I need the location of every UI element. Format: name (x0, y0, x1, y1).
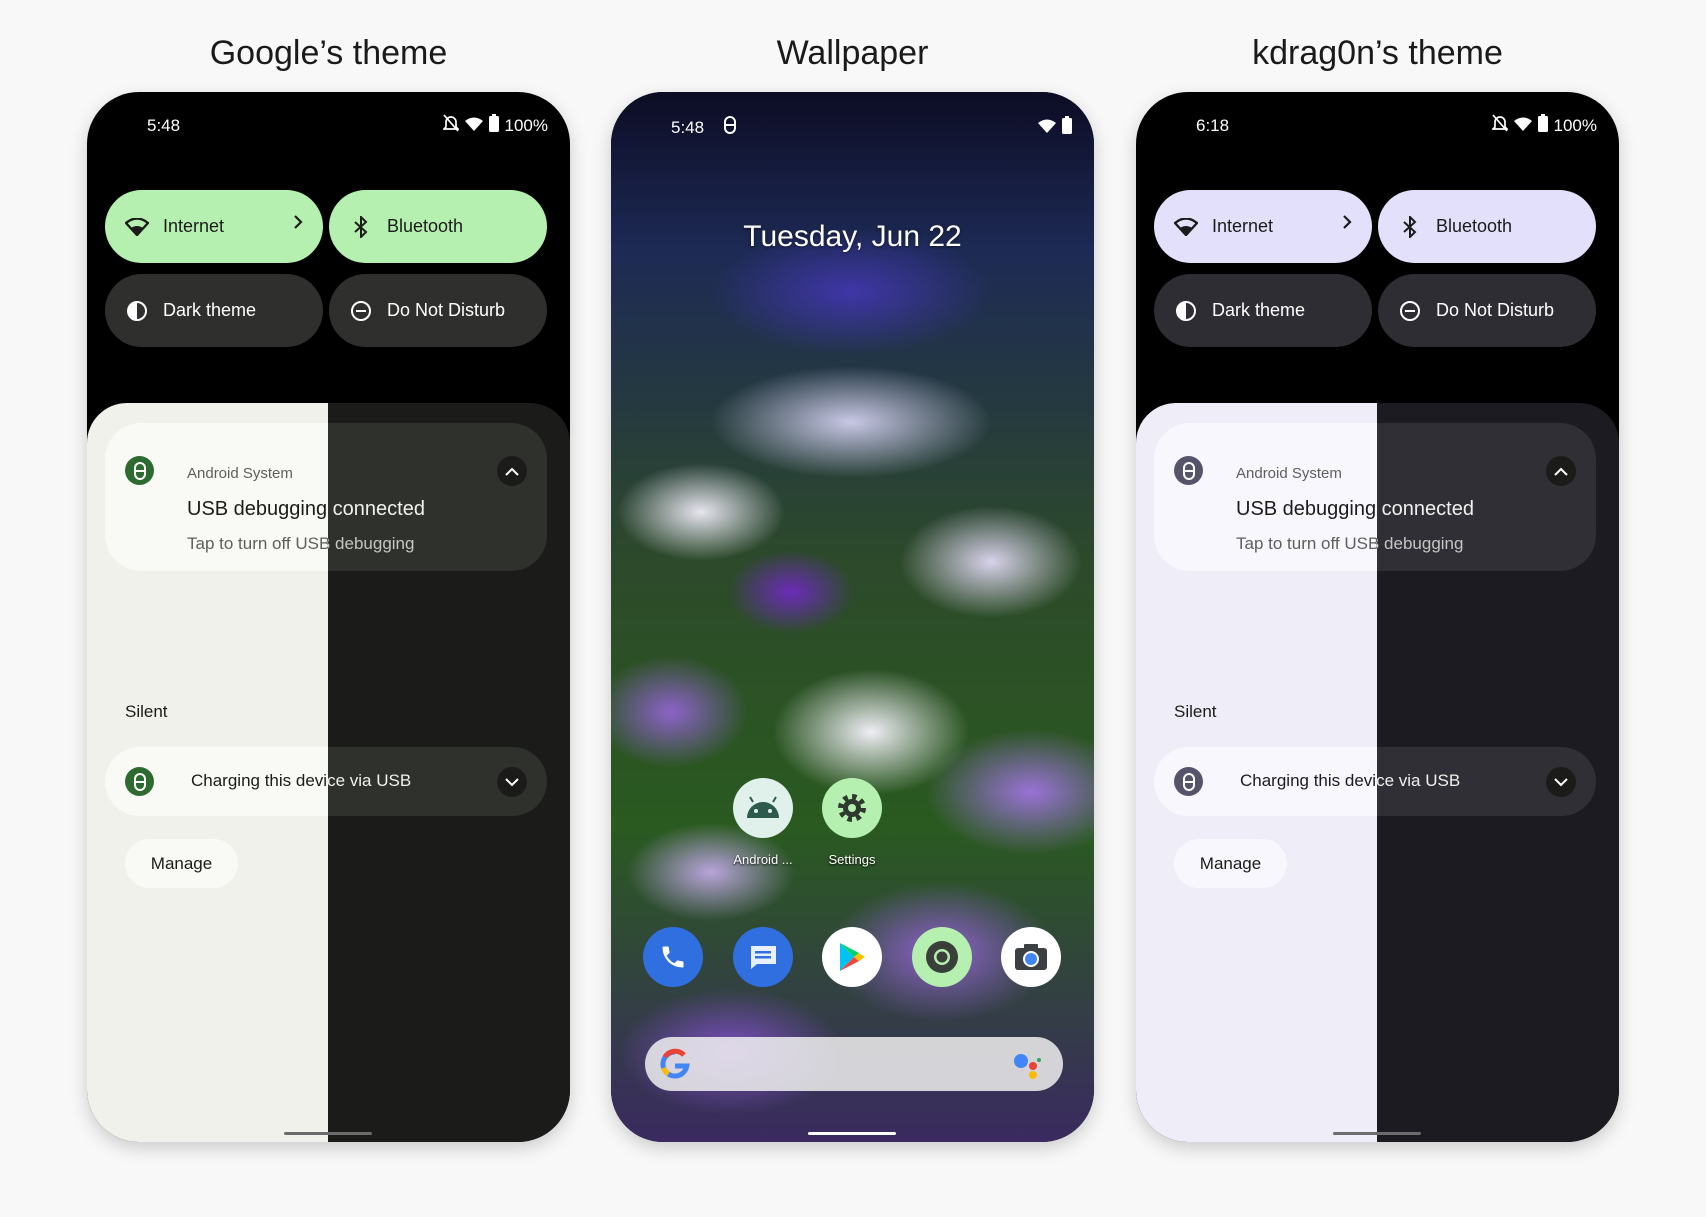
wifi-icon (1513, 116, 1532, 136)
notification-app-name: Android System (187, 465, 293, 482)
messages-icon[interactable] (733, 927, 793, 987)
battery-icon (1062, 116, 1072, 139)
tile-bluetooth[interactable]: Bluetooth (1378, 190, 1596, 263)
android-system-icon (1174, 456, 1203, 485)
android-system-icon (1174, 767, 1203, 796)
wifi-icon (464, 116, 483, 136)
battery-icon (1537, 114, 1548, 137)
status-time: 5:48 (671, 118, 705, 137)
title-wallpaper: Wallpaper (776, 34, 929, 72)
collapse-chevron-up-icon[interactable] (497, 456, 527, 486)
tile-label: Internet (163, 216, 225, 236)
assistant-icon[interactable] (1013, 1051, 1041, 1084)
bluetooth-icon (349, 215, 373, 239)
android-system-icon (125, 767, 154, 796)
home-gesture-bar[interactable] (284, 1132, 372, 1135)
tile-label: Do Not Disturb (1436, 300, 1555, 320)
do-not-disturb-icon (1398, 299, 1422, 323)
do-not-disturb-icon (349, 299, 373, 323)
tile-label: Dark theme (1212, 300, 1306, 320)
tile-do-not-disturb[interactable]: Do Not Disturb (329, 274, 547, 347)
usb-debug-icon (723, 116, 737, 139)
chrome-icon[interactable] (912, 927, 972, 987)
tile-dark-theme[interactable]: Dark theme (105, 274, 323, 347)
chevron-right-icon (1342, 214, 1352, 235)
app-label-android[interactable]: Android ... (718, 852, 808, 867)
wifi-icon (125, 215, 149, 239)
play-store-icon[interactable] (822, 927, 882, 987)
phone-wallpaper: 5:48 Tuesday, Jun 22 Android ... Setting… (611, 92, 1094, 1142)
phone-kdrag0n-theme: 6:18 100% Internet Bluetooth Dark theme … (1136, 92, 1619, 1142)
tile-label: Dark theme (163, 300, 257, 320)
tile-label: Bluetooth (387, 216, 464, 236)
tile-label: Internet (1212, 216, 1274, 236)
tile-bluetooth[interactable]: Bluetooth (329, 190, 547, 263)
dark-theme-icon (125, 299, 149, 323)
android-icon[interactable] (733, 778, 793, 838)
battery-percent: 100% (1553, 115, 1597, 135)
tile-internet[interactable]: Internet (1154, 190, 1372, 263)
home-gesture-bar[interactable] (808, 1132, 896, 1135)
phone-icon[interactable] (643, 927, 703, 987)
tile-dark-theme[interactable]: Dark theme (1154, 274, 1372, 347)
manage-button[interactable]: Manage (1174, 839, 1287, 888)
title-google-theme: Google’s theme (209, 34, 448, 72)
tile-label: Do Not Disturb (387, 300, 506, 320)
bell-off-icon (1490, 114, 1509, 137)
notification-shade: Android System USB debugging connected T… (87, 403, 570, 1142)
android-system-icon (125, 456, 154, 485)
bell-off-icon (441, 114, 460, 137)
tile-do-not-disturb[interactable]: Do Not Disturb (1378, 274, 1596, 347)
expand-chevron-down-icon[interactable] (497, 767, 527, 797)
title-kdrag0n-theme: kdrag0n’s theme (1252, 34, 1503, 72)
section-header-silent: Silent (125, 702, 168, 721)
status-bar: 5:48 100% (87, 112, 570, 140)
lockscreen-date: Tuesday, Jun 22 (743, 220, 962, 253)
status-time: 6:18 (1196, 116, 1230, 135)
app-label-settings[interactable]: Settings (807, 852, 897, 867)
camera-icon[interactable] (1001, 927, 1061, 987)
status-bar: 5:48 (611, 114, 1094, 142)
notification-app-name: Android System (1236, 465, 1342, 482)
manage-button[interactable]: Manage (125, 839, 238, 888)
tile-label: Bluetooth (1436, 216, 1513, 236)
tile-internet[interactable]: Internet (105, 190, 323, 263)
gear-icon[interactable] (822, 778, 882, 838)
status-bar: 6:18 100% (1136, 112, 1619, 140)
dark-theme-icon (1174, 299, 1198, 323)
collapse-chevron-up-icon[interactable] (1546, 456, 1576, 486)
battery-percent: 100% (504, 115, 548, 135)
bluetooth-icon (1398, 215, 1422, 239)
battery-icon (488, 114, 499, 137)
wifi-icon (1174, 215, 1198, 239)
google-search-bar[interactable] (645, 1037, 1063, 1091)
status-time: 5:48 (147, 116, 181, 135)
wifi-icon (1038, 118, 1056, 138)
home-gesture-bar[interactable] (1333, 1132, 1421, 1135)
expand-chevron-down-icon[interactable] (1546, 767, 1576, 797)
phone-google-theme: 5:48 100% Internet Bluetooth Dark theme … (87, 92, 570, 1142)
google-g-icon (659, 1048, 691, 1088)
notification-shade: Android System USB debugging connected T… (1136, 403, 1619, 1142)
chevron-right-icon (293, 214, 303, 235)
section-header-silent: Silent (1174, 702, 1217, 721)
